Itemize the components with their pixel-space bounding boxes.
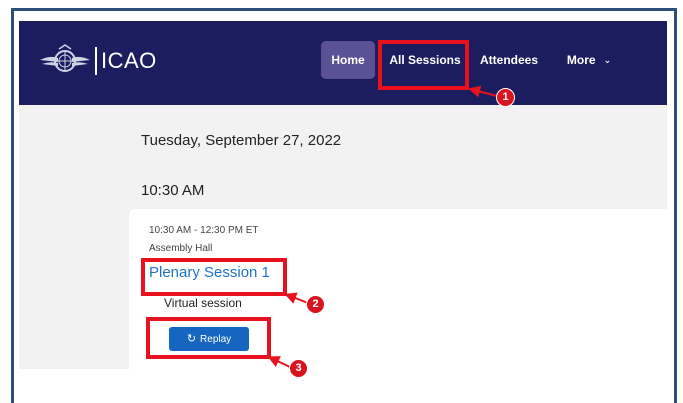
logo-divider — [95, 47, 97, 75]
nav-home-label: Home — [331, 53, 365, 67]
highlight-box-all-sessions — [378, 40, 469, 90]
app-window: ICAO Home All Sessions Attendees More ⌄ T… — [19, 21, 667, 369]
nav-more-label: More — [566, 53, 596, 67]
chevron-down-icon: ⌄ — [603, 55, 612, 65]
nav-attendees[interactable]: Attendees — [477, 41, 541, 79]
step-badge-2: 2 — [306, 295, 325, 314]
highlight-box-session-title — [141, 258, 287, 296]
nav-home[interactable]: Home — [321, 41, 375, 79]
session-location: Assembly Hall — [149, 243, 213, 254]
time-slot-heading: 10:30 AM — [141, 182, 205, 199]
brand-name: ICAO — [101, 48, 157, 73]
schedule-date: Tuesday, September 27, 2022 — [141, 132, 342, 149]
top-navbar: ICAO Home All Sessions Attendees More ⌄ — [19, 21, 667, 105]
nav-more[interactable]: More ⌄ — [559, 41, 619, 79]
session-time-range: 10:30 AM - 12:30 PM ET — [149, 225, 259, 236]
highlight-box-replay — [146, 317, 271, 359]
step-badge-3: 3 — [289, 359, 308, 378]
icao-emblem-icon — [40, 44, 90, 72]
step-badge-1: 1 — [496, 88, 515, 107]
nav-attendees-label: Attendees — [479, 53, 538, 67]
session-type-label: Virtual session — [164, 296, 242, 310]
